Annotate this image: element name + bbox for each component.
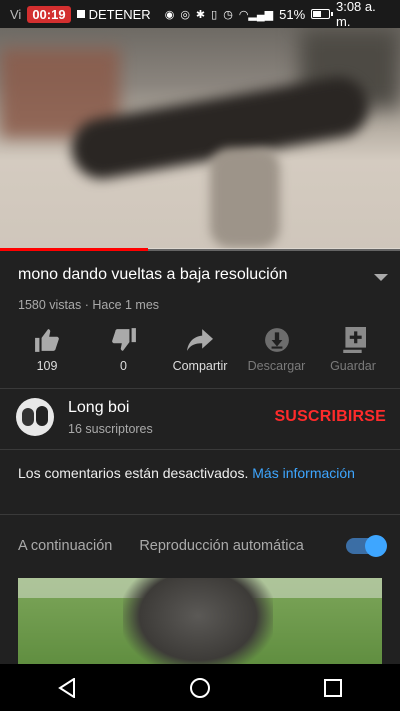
video-progress-bar[interactable] [0,248,400,251]
video-title-row[interactable]: mono dando vueltas a baja resolución [18,266,388,284]
download-icon [264,325,290,355]
subscribe-button[interactable]: SUSCRIBIRSE [274,408,386,426]
save-button[interactable]: Guardar [316,325,390,373]
home-button[interactable] [180,668,220,708]
status-bar: Vi 00:19 DETENER ◉ ◎ ✱ ▯ ◷ ◠ ▂▄▆ 51% 3:0… [0,0,400,29]
dislike-count: 0 [120,359,127,373]
stop-icon [76,10,85,18]
back-icon [57,677,75,698]
up-next-header: A continuación Reproducción automática [18,535,387,557]
back-button[interactable] [47,668,87,708]
watermark-text: Vi [10,6,22,22]
recents-button[interactable] [313,668,353,708]
vibrate-icon: ▯ [211,8,218,21]
divider [0,449,400,450]
channel-name[interactable]: Long boi [68,399,274,417]
save-label: Guardar [330,359,376,373]
share-button[interactable]: Compartir [163,325,237,373]
stop-label: DETENER [88,6,151,22]
notification-icon: ◉ [164,8,175,21]
home-icon [189,677,210,698]
share-icon [187,325,213,355]
thumbs-down-icon [111,325,137,355]
system-nav-bar [0,664,400,711]
divider [0,388,400,389]
expand-description-icon[interactable] [374,274,388,281]
video-player[interactable] [0,28,400,249]
channel-avatar[interactable] [16,398,54,436]
up-next-label: A continuación [18,538,113,554]
subscriber-count: 16 suscriptores [68,421,153,436]
comments-disabled-text: Los comentarios están desactivados. [18,465,249,481]
video-title: mono dando vueltas a baja resolución [18,266,288,283]
toggle-knob [365,535,387,557]
add-to-playlist-icon [340,325,366,355]
dislike-button[interactable]: 0 [87,325,161,373]
thumbs-up-icon [34,325,60,355]
comments-disabled-notice: Los comentarios están desactivados. Más … [18,463,368,483]
download-button[interactable]: Descargar [240,325,314,373]
autoplay-label: Reproducción automática [139,538,304,554]
battery-icon [311,9,333,19]
wifi-icon: ◠ [238,8,249,21]
next-video-thumbnail[interactable] [18,578,382,668]
bluetooth-icon: ✱ [195,8,206,21]
like-button[interactable]: 109 [10,325,84,373]
like-count: 109 [36,359,58,373]
action-bar: 109 0 Compartir Descargar Guardar [0,325,400,373]
progress-played [0,248,148,251]
signal-icon: ▂▄▆ [248,8,274,21]
recents-icon [324,678,343,697]
autoplay-toggle[interactable] [346,535,387,557]
clock: 3:08 a. m. [335,0,376,29]
share-label: Compartir [172,359,228,373]
more-info-link[interactable]: Más información [252,465,355,481]
recording-timer: 00:19 [27,5,71,23]
divider [0,514,400,515]
battery-percent: 51% [279,6,306,22]
stop-recording-button[interactable]: DETENER [76,6,151,22]
video-meta: 1580 vistas · Hace 1 mes [18,298,160,312]
download-label: Descargar [247,359,306,373]
alarm-icon: ◷ [223,8,233,21]
channel-row[interactable]: Long boi 16 suscriptores SUSCRIBIRSE [16,398,386,436]
location-icon: ◎ [180,8,190,21]
